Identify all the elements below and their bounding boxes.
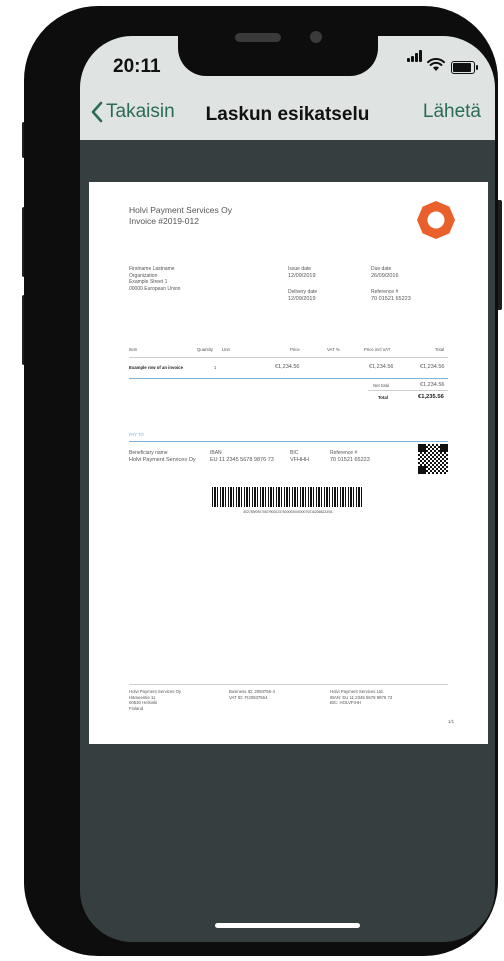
col-price: Price (290, 347, 300, 352)
iban-block: IBAN EU 11 2345 5678 9876 73 (210, 450, 274, 463)
net-total-value: €1,234.56 (420, 382, 445, 388)
camera-icon (310, 31, 322, 43)
notch (178, 22, 378, 76)
pay-to-divider (129, 441, 448, 442)
footer-company-address: Holvi Payment Services Oy Hämeentie 11 0… (129, 689, 182, 711)
row-divider (129, 378, 448, 379)
net-total-label: Net total (373, 383, 390, 388)
recipient-address: Firstname Lastname Organization Example … (129, 266, 181, 292)
invoice-preview[interactable]: Holvi Payment Services Oy Invoice #2019-… (89, 182, 488, 744)
status-time: 20:11 (113, 56, 161, 77)
issue-date-block: Issue date 12/09/2019 (288, 266, 316, 279)
page-number: 1/1 (448, 719, 454, 724)
col-quantity: Quantity (197, 347, 214, 352)
table-header-divider (129, 357, 448, 358)
totals-divider (368, 390, 448, 391)
col-total: Total (435, 347, 445, 352)
row-price: €1,234.56 (275, 364, 300, 370)
footer-bank-details: Holvi Payment Services Ltd. IBAN: EU 11 … (330, 689, 393, 705)
bic-block: BIC VFHHH (290, 450, 309, 463)
col-item: Item (129, 347, 138, 352)
total-value: €1,235.56 (418, 394, 444, 400)
invoice-number: Invoice #2019-012 (129, 216, 199, 226)
reference-block: Reference # 70 01521 65223 (371, 289, 411, 302)
col-vat: VAT % (327, 347, 340, 352)
row-item: Example row of an invoice (129, 365, 183, 370)
qr-code-icon (418, 444, 448, 474)
row-quantity: 1 (214, 365, 217, 370)
speaker-icon (235, 33, 281, 42)
footer-business-ids: Business ID: 2093756-4 VAT ID: FI2093756… (229, 689, 275, 700)
col-unit: Unit (222, 347, 230, 352)
beneficiary-block: Beneficiary name Holvi Payment Services … (129, 450, 196, 463)
send-button[interactable]: Lähetä (423, 101, 481, 123)
row-total: €1,234.56 (420, 364, 445, 370)
phone-frame: 20:11 Takaisin Laskun esikatselu Lähetä (24, 6, 498, 956)
invoice-company: Holvi Payment Services Oy (129, 205, 232, 215)
barcode-text: 402789/0907087/9000237500000000000700152… (243, 510, 333, 514)
delivery-date-block: Delivery date 12/09/2019 (288, 289, 318, 302)
col-price-incl-vat: Price incl VAT (364, 347, 391, 352)
total-label: Total (378, 395, 388, 400)
screen: 20:11 Takaisin Laskun esikatselu Lähetä (80, 36, 495, 942)
due-date-block: Due date 26/09/2016 (371, 266, 399, 279)
navigation-bar: Takaisin Laskun esikatselu Lähetä (80, 94, 495, 140)
holvi-logo-icon (417, 201, 455, 239)
wifi-icon (427, 58, 445, 71)
reference2-block: Reference # 70 01521 65223 (330, 450, 370, 463)
home-indicator[interactable] (215, 923, 360, 928)
barcode-icon (212, 487, 364, 507)
battery-icon (451, 61, 478, 74)
row-price-incl-vat: €1,234.56 (369, 364, 394, 370)
footer-divider (129, 684, 448, 685)
pay-to-label: PAY TO (129, 432, 144, 437)
